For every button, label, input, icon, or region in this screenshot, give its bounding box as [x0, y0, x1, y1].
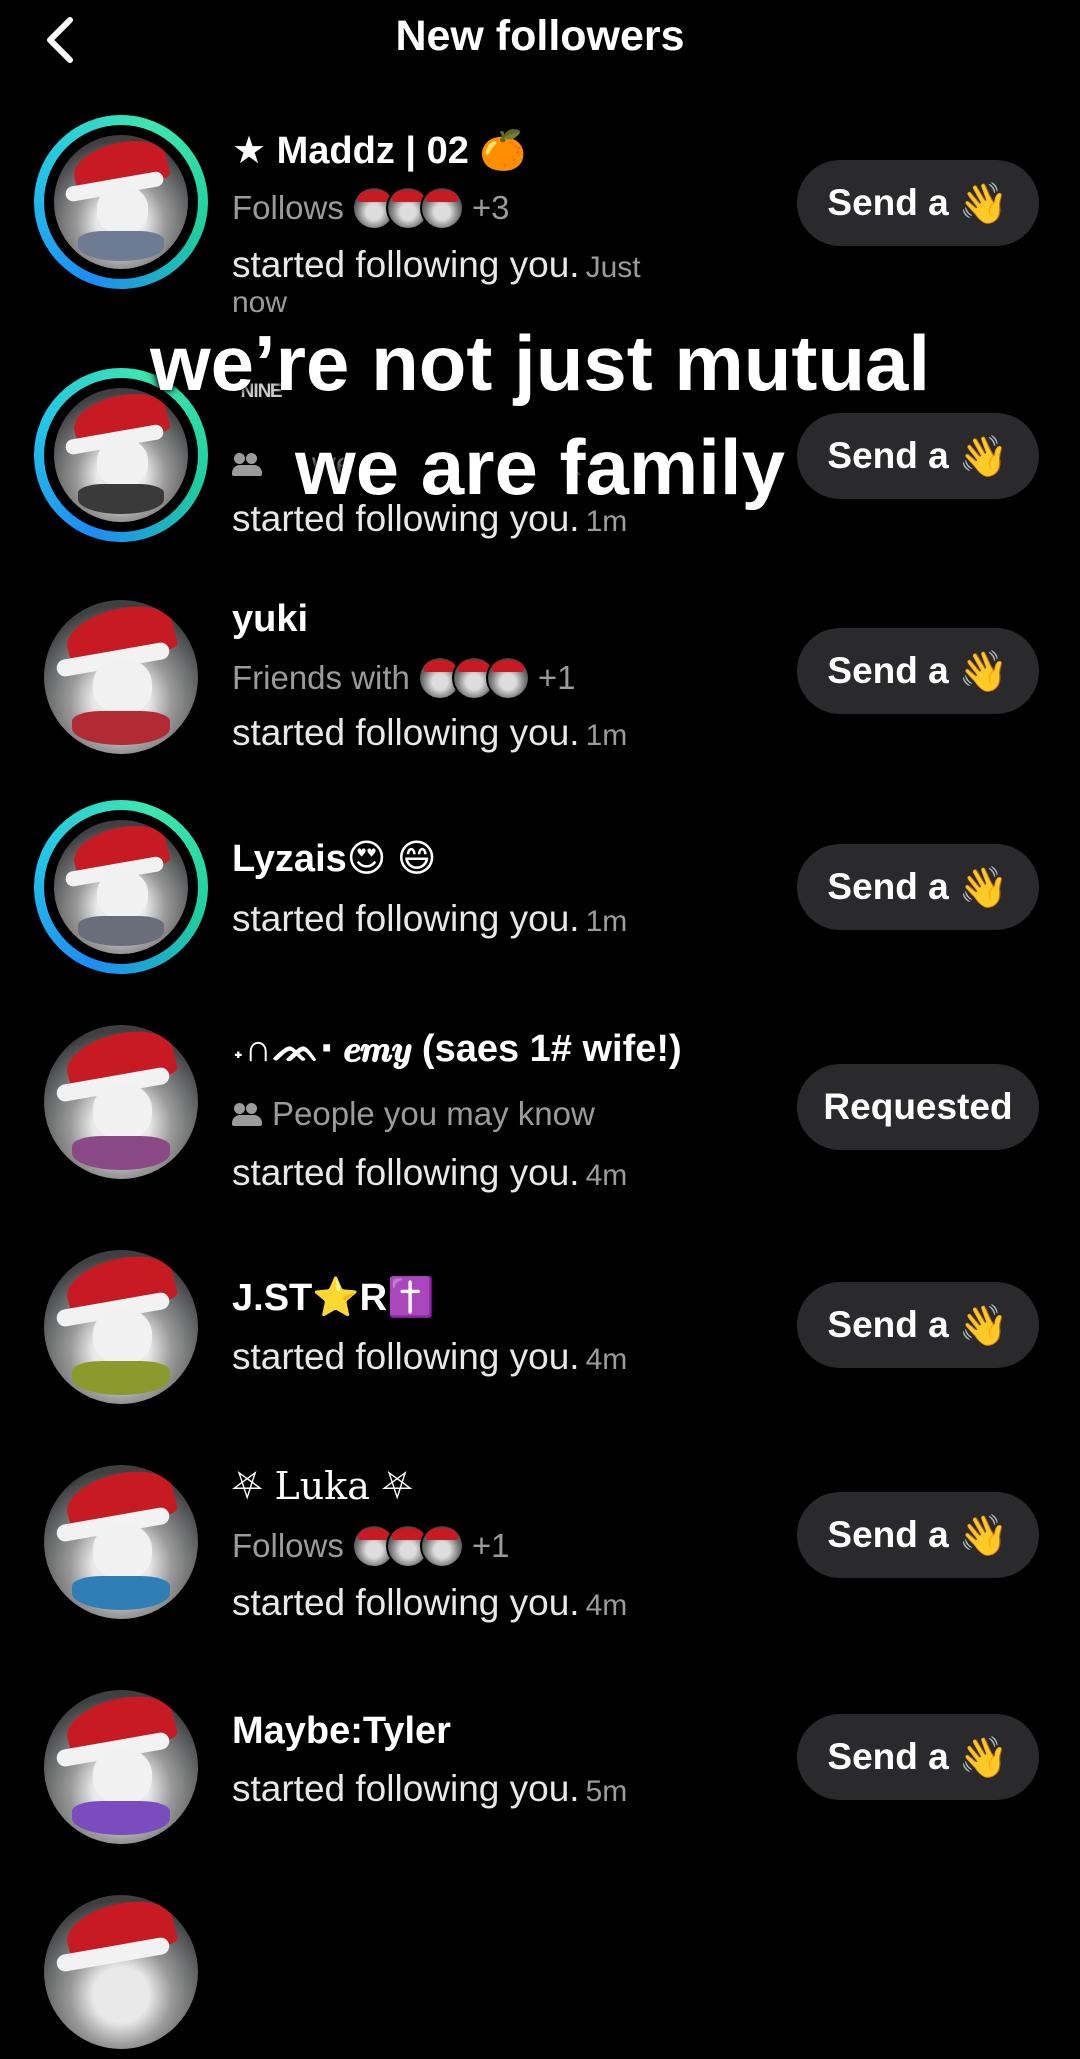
send-wave-button[interactable]: Send a 👋	[797, 1714, 1039, 1800]
send-wave-button[interactable]: Send a 👋	[797, 160, 1039, 246]
waving-hand-icon: 👋	[958, 865, 1009, 910]
list-item[interactable]: ⛧ Luka ⛧ Follows +1 started following yo…	[0, 1450, 1080, 1650]
requested-button[interactable]: Requested	[797, 1064, 1039, 1150]
people-icon	[232, 1101, 264, 1127]
people-line: People you may know	[232, 1095, 595, 1133]
waving-hand-icon: 👋	[958, 1513, 1009, 1558]
activity-text: started following you. 5m	[232, 1768, 628, 1809]
avatar[interactable]	[34, 1885, 208, 2059]
send-wave-button[interactable]: Send a 👋	[797, 413, 1039, 499]
avatar[interactable]	[34, 1455, 208, 1629]
list-item[interactable]: J.ST⭐R✝️ started following you. 4m Send a…	[0, 1240, 1080, 1420]
activity-text: started following you. Just	[232, 244, 641, 285]
avatar[interactable]	[34, 1240, 208, 1414]
activity-text: started following you. 1m	[232, 898, 628, 939]
waving-hand-icon: 👋	[958, 181, 1009, 226]
mutual-avatars	[351, 1524, 464, 1568]
waving-hand-icon: 👋	[958, 1303, 1009, 1348]
username[interactable]: ★ Maddz | 02 🍊	[232, 128, 527, 173]
username[interactable]: Lyzais😍 😄	[232, 836, 437, 881]
list-item[interactable]: ˘ᴺᴵᴺᴱ˘ we k started following you. 1m Sen…	[0, 365, 1080, 555]
people-line: we k	[232, 445, 581, 483]
mutual-avatars	[417, 656, 530, 700]
send-wave-button[interactable]: Send a 👋	[797, 628, 1039, 714]
activity-text: started following you. 4m	[232, 1336, 628, 1377]
send-wave-button[interactable]: Send a 👋	[797, 844, 1039, 930]
follows-line: Follows +3	[232, 186, 509, 230]
activity-text: started following you. 1m	[232, 712, 628, 753]
activity-text: started following you. 4m	[232, 1582, 628, 1623]
avatar[interactable]	[34, 115, 208, 289]
activity-text: started following you. 4m	[232, 1152, 628, 1193]
avatar[interactable]	[34, 368, 208, 542]
avatar[interactable]	[34, 800, 208, 974]
avatar[interactable]	[34, 1680, 208, 1854]
list-item[interactable]: Lyzais😍 😄 started following you. 1m Send …	[0, 800, 1080, 980]
username[interactable]: Maybe:Tyler	[232, 1710, 451, 1753]
waving-hand-icon: 👋	[958, 1735, 1009, 1780]
list-item[interactable]: ˖∩ᨏ⋅ 𝒆𝒎𝒚 (saes 1# wife!) People you may …	[0, 1010, 1080, 1210]
people-icon	[232, 451, 264, 477]
avatar[interactable]	[34, 590, 208, 764]
follows-line: Follows +1	[232, 1524, 509, 1568]
username[interactable]: yuki	[232, 598, 308, 641]
list-item[interactable]: Maybe:Tyler started following you. 5m Sen…	[0, 1680, 1080, 1860]
send-wave-button[interactable]: Send a 👋	[797, 1492, 1039, 1578]
waving-hand-icon: 👋	[958, 649, 1009, 694]
list-item[interactable]: yuki Friends with +1 started following y…	[0, 590, 1080, 760]
timestamp: now	[232, 286, 288, 319]
header: New followers	[0, 0, 1080, 80]
username[interactable]: J.ST⭐R✝️	[232, 1276, 434, 1320]
activity-text: started following you. 1m	[232, 498, 628, 539]
mutual-avatars	[351, 186, 464, 230]
username[interactable]: ˘ᴺᴵᴺᴱ˘	[232, 379, 292, 411]
username[interactable]: ⛧ Luka ⛧	[232, 1464, 412, 1509]
list-item[interactable]: ★ Maddz | 02 🍊 Follows +3 started follow…	[0, 110, 1080, 330]
waving-hand-icon: 👋	[958, 434, 1009, 479]
page-title: New followers	[395, 12, 685, 60]
friends-line: Friends with +1	[232, 656, 576, 700]
send-wave-button[interactable]: Send a 👋	[797, 1282, 1039, 1368]
username[interactable]: ˖∩ᨏ⋅ 𝒆𝒎𝒚 (saes 1# wife!)	[232, 1026, 682, 1071]
avatar[interactable]	[34, 1015, 208, 1189]
